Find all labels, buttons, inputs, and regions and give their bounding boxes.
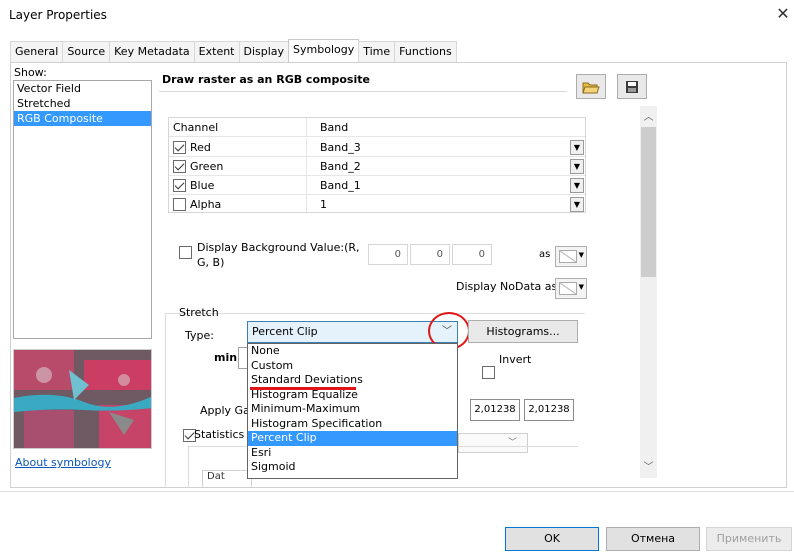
header-band: Band	[306, 118, 585, 137]
option-esri[interactable]: Esri	[248, 446, 457, 461]
show-label: Show:	[14, 66, 47, 79]
window-title: Layer Properties	[9, 8, 107, 22]
show-item-stretched[interactable]: Stretched	[14, 96, 151, 111]
background-r-input[interactable]: 0	[368, 244, 408, 265]
stretch-label: Stretch	[179, 306, 219, 319]
show-item-vector-field[interactable]: Vector Field	[14, 81, 151, 96]
save-icon	[626, 81, 638, 93]
statistics-label: Statistics	[194, 428, 245, 441]
nodata-color-picker[interactable]: ▼	[555, 278, 587, 299]
gamma-input-1[interactable]: 2,01238	[470, 399, 520, 421]
symbology-preview-image	[13, 349, 152, 449]
folder-open-icon	[582, 82, 600, 94]
option-histogram-specification[interactable]: Histogram Specification	[248, 417, 457, 432]
green-channel-checkbox[interactable]	[173, 160, 186, 173]
histograms-button[interactable]: Histograms...	[468, 320, 578, 343]
show-item-rgb-composite[interactable]: RGB Composite	[14, 111, 151, 126]
background-color-picker[interactable]: ▼	[555, 246, 587, 267]
header-channel: Channel	[173, 121, 219, 134]
invert-checkbox[interactable]	[482, 366, 495, 379]
ok-button[interactable]: OK	[505, 527, 599, 551]
tab-source[interactable]: Source	[62, 41, 111, 62]
tab-key-metadata[interactable]: Key Metadata	[109, 41, 195, 62]
chevron-down-icon: ▼	[578, 283, 584, 291]
chevron-down-icon[interactable]: ▼	[570, 197, 584, 212]
scroll-up-icon[interactable]: ︿	[641, 108, 656, 123]
about-symbology-link[interactable]: About symbology	[15, 456, 111, 469]
apply-gamma-label: Apply Ga	[200, 404, 250, 417]
option-percent-clip[interactable]: Percent Clip	[248, 431, 457, 446]
option-none[interactable]: None	[248, 344, 457, 359]
statistics-tab-partial[interactable]: Dat	[202, 470, 252, 488]
option-sigmoid[interactable]: Sigmoid	[248, 460, 457, 475]
blue-channel-checkbox[interactable]	[173, 179, 186, 192]
display-background-checkbox[interactable]	[179, 246, 192, 259]
option-standard-deviations[interactable]: Standard Deviations	[248, 373, 457, 388]
display-nodata-label: Display NoData as	[456, 280, 558, 293]
scroll-down-icon[interactable]: ﹀	[641, 458, 656, 473]
stretch-type-select[interactable]: Percent Clip	[247, 321, 458, 343]
channel-label: Blue	[190, 179, 215, 192]
cancel-button[interactable]: Отмена	[606, 527, 700, 551]
red-channel-checkbox[interactable]	[173, 141, 186, 154]
channel-table: Channel Band Red Band_3 ▼ Green Band_2 ▼ B…	[168, 117, 586, 214]
save-layer-file-button[interactable]	[617, 74, 647, 99]
band-value[interactable]: Band_1	[320, 179, 361, 192]
band-value[interactable]: Band_2	[320, 160, 361, 173]
scrollbar-thumb[interactable]	[641, 127, 656, 277]
tab-time[interactable]: Time	[358, 41, 396, 62]
chevron-down-icon: ▼	[578, 251, 584, 259]
tab-functions[interactable]: Functions	[394, 41, 457, 62]
no-color-swatch-icon	[559, 250, 577, 263]
open-layer-file-button[interactable]	[576, 74, 606, 99]
chevron-down-icon[interactable]: ▼	[570, 159, 584, 174]
tab-symbology[interactable]: Symbology	[288, 39, 360, 62]
table-row: Green Band_2 ▼	[169, 157, 585, 176]
apply-button[interactable]: Применить	[706, 527, 792, 551]
stretch-type-label: Type:	[185, 329, 214, 342]
close-icon[interactable]: ✕	[774, 4, 792, 24]
tab-strip: General Source Key Metadata Extent Displ…	[10, 39, 457, 63]
symbology-heading: Draw raster as an RGB composite	[162, 73, 370, 86]
channel-label: Green	[190, 160, 224, 173]
chevron-down-icon[interactable]: ▼	[570, 140, 584, 155]
background-b-input[interactable]: 0	[452, 244, 492, 265]
band-value[interactable]: Band_3	[320, 141, 361, 154]
alpha-channel-checkbox[interactable]	[173, 198, 186, 211]
tab-display[interactable]: Display	[238, 41, 290, 62]
title-bar	[0, 0, 794, 32]
channel-label: Alpha	[190, 198, 222, 211]
annotation-underline	[250, 387, 356, 390]
gamma-input-2[interactable]: 2,01238	[524, 399, 574, 421]
band-value[interactable]: 1	[320, 198, 327, 211]
tab-general[interactable]: General	[10, 41, 64, 62]
channel-label: Red	[190, 141, 211, 154]
background-g-input[interactable]: 0	[410, 244, 450, 265]
table-row: Alpha 1 ▼	[169, 195, 585, 214]
as-label: as	[539, 249, 551, 260]
show-list[interactable]: Vector Field Stretched RGB Composite	[13, 80, 152, 339]
chevron-down-icon[interactable]: ▼	[570, 178, 584, 193]
display-background-label: Display Background Value:(R, G, B)	[197, 241, 360, 269]
option-minimum-maximum[interactable]: Minimum-Maximum	[248, 402, 457, 417]
option-custom[interactable]: Custom	[248, 359, 457, 374]
table-row: Blue Band_1 ▼	[169, 176, 585, 195]
channel-table-header: Channel Band	[169, 118, 585, 137]
invert-label: Invert	[499, 353, 532, 366]
stretch-type-dropdown[interactable]: None Custom Standard Deviations Histogra…	[247, 343, 458, 479]
tab-extent[interactable]: Extent	[193, 41, 240, 62]
footer-divider	[0, 491, 794, 492]
no-color-swatch-icon	[559, 282, 577, 295]
table-row: Red Band_3 ▼	[169, 138, 585, 157]
